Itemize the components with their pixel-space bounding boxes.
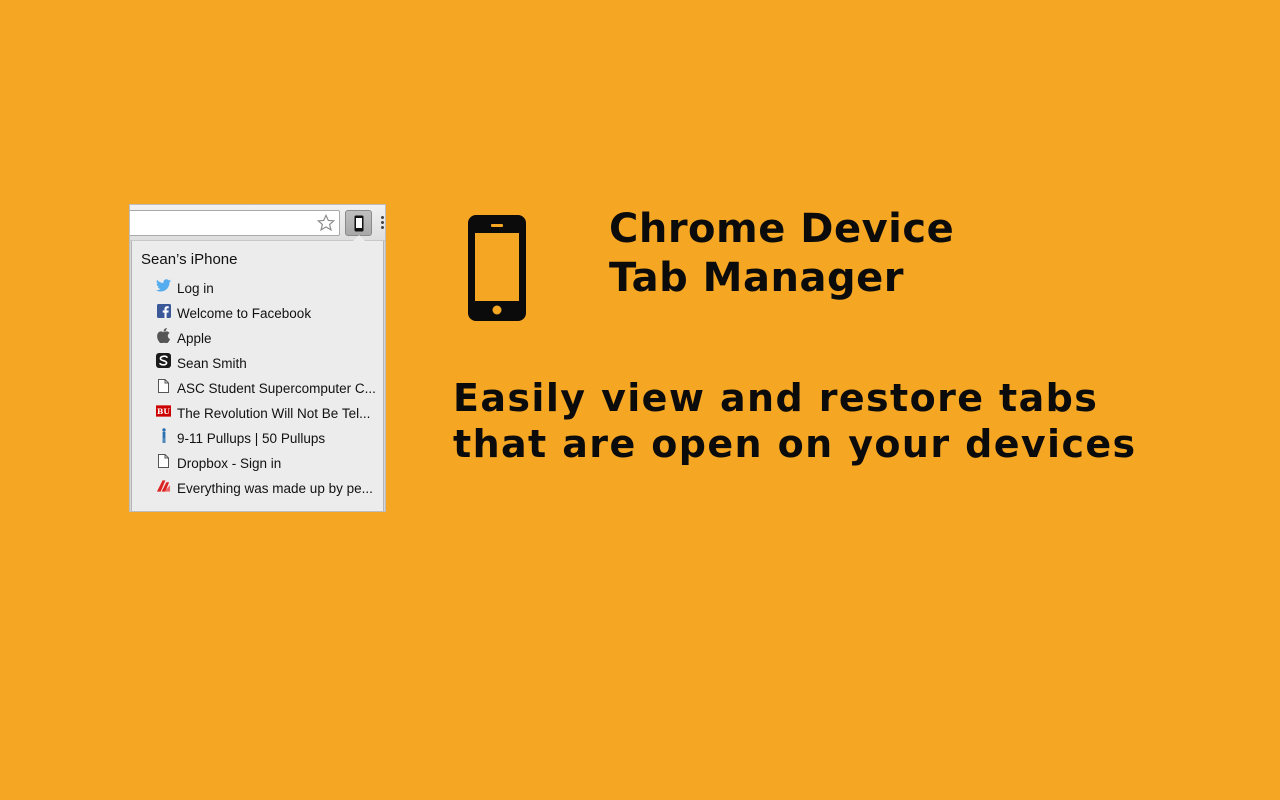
tab-item[interactable]: ASC Student Supercomputer C... (156, 376, 376, 401)
s-logo-icon (156, 353, 171, 368)
twitter-icon (156, 278, 171, 293)
tab-item[interactable]: Welcome to Facebook (156, 301, 376, 326)
address-bar[interactable] (130, 210, 340, 236)
product-title-line1: Chrome Device (609, 206, 955, 252)
red-logo-icon (156, 478, 171, 493)
product-title: Chrome Device Tab Manager (609, 205, 954, 303)
phone-logo-icon (468, 215, 526, 321)
devices-popup: Sean’s iPhone Log in Welcome to Facebook… (131, 241, 384, 511)
apple-icon (156, 328, 171, 343)
extension-button[interactable] (345, 210, 372, 236)
document-icon (156, 453, 171, 468)
document-icon (156, 378, 171, 393)
tab-item[interactable]: Everything was made up by pe... (156, 476, 376, 501)
svg-text:BU: BU (157, 406, 170, 415)
tagline: Easily view and restore tabs that are op… (453, 375, 1137, 467)
browser-screenshot: Sean’s iPhone Log in Welcome to Facebook… (129, 204, 386, 512)
tab-item[interactable]: 9-11 Pullups | 50 Pullups (156, 426, 376, 451)
tab-item[interactable]: Apple (156, 326, 376, 351)
tab-item[interactable]: Sean Smith (156, 351, 376, 376)
browser-toolbar (130, 205, 385, 241)
facebook-icon (156, 303, 171, 318)
product-title-line2: Tab Manager (609, 255, 904, 301)
bu-icon: BU (156, 403, 171, 418)
tab-item[interactable]: BU The Revolution Will Not Be Tel... (156, 401, 376, 426)
bookmark-star-icon[interactable] (317, 214, 335, 232)
tagline-line1: Easily view and restore tabs (453, 376, 1099, 420)
tab-list: Log in Welcome to Facebook Apple Sean Sm… (156, 276, 376, 501)
phone-icon (354, 215, 363, 231)
tab-item[interactable]: Dropbox - Sign in (156, 451, 376, 476)
chrome-menu-icon[interactable] (381, 216, 385, 230)
tab-item[interactable]: Log in (156, 276, 376, 301)
figure-icon (156, 428, 171, 443)
device-name: Sean’s iPhone (141, 251, 238, 268)
tagline-line2: that are open on your devices (453, 422, 1137, 466)
